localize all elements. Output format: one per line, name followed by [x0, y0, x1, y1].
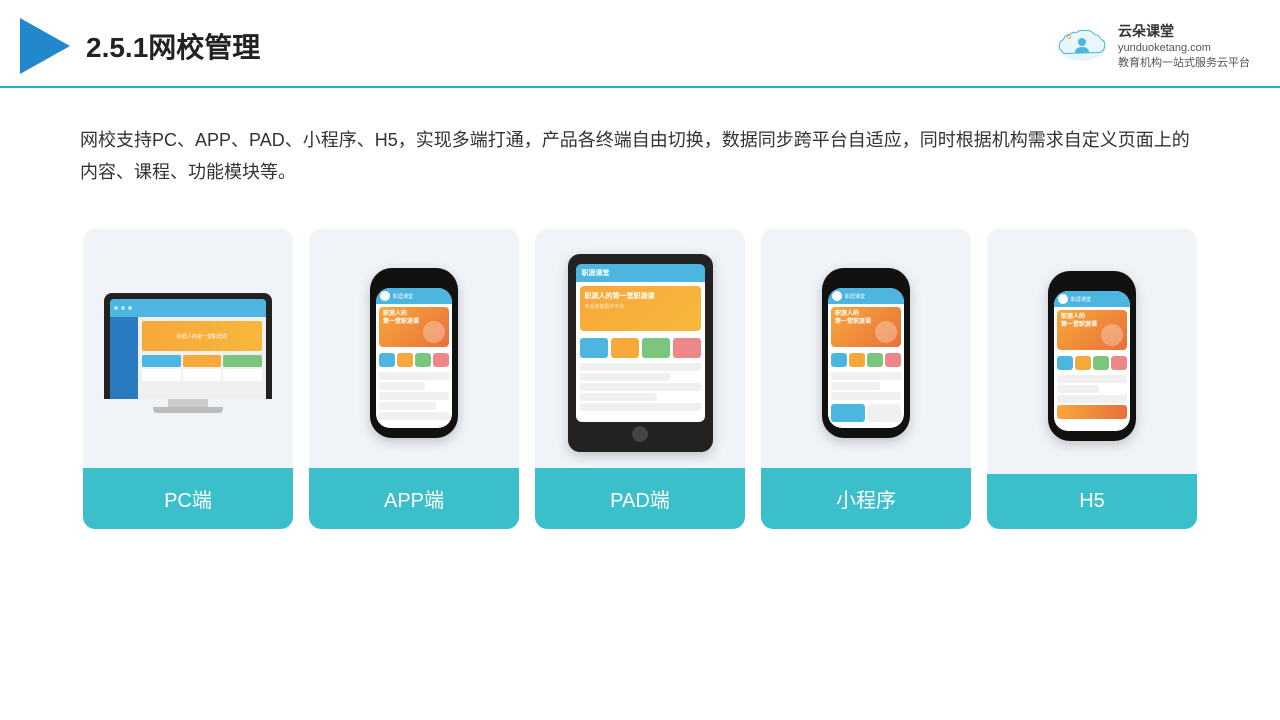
page-title: 2.5.1网校管理: [86, 26, 260, 66]
pad-image-area: 职涯课堂 职涯人的第一堂职涯课 专业技能提升平台: [545, 249, 735, 458]
phone-mockup-mini: 职涯课堂 职涯人的第一堂职涯课: [822, 268, 910, 438]
description-text: 网校支持PC、APP、PAD、小程序、H5，实现多端打通，产品各终端自由切换，数…: [0, 88, 1280, 209]
logo-url: yunduoketang.com: [1118, 41, 1250, 56]
card-label-miniprogram: 小程序: [761, 468, 971, 529]
card-label-pc: PC端: [83, 468, 293, 529]
miniprogram-image-area: 职涯课堂 职涯人的第一堂职涯课: [771, 249, 961, 458]
card-h5: 职涯课堂 职涯人的第一堂职涯课: [987, 229, 1197, 529]
pc-mockup: 职涯人的第一堂职涯课: [104, 293, 272, 413]
card-label-app: APP端: [309, 468, 519, 529]
tablet-mockup: 职涯课堂 职涯人的第一堂职涯课 专业技能提升平台: [568, 254, 713, 452]
card-pc: 职涯人的第一堂职涯课: [83, 229, 293, 529]
card-pad: 职涯课堂 职涯人的第一堂职涯课 专业技能提升平台: [535, 229, 745, 529]
header: 2.5.1网校管理 云朵课堂 yunduoketang.com 教育机构一站式服…: [0, 0, 1280, 88]
cloud-logo-icon: [1055, 25, 1110, 67]
logo-name: 云朵课堂: [1118, 21, 1250, 41]
card-label-pad: PAD端: [535, 468, 745, 529]
logo-tagline: 教育机构一站式服务云平台: [1118, 56, 1250, 71]
phone-mockup-h5: 职涯课堂 职涯人的第一堂职涯课: [1048, 271, 1136, 441]
card-label-h5: H5: [987, 474, 1197, 529]
phone-mockup-app: 职涯课堂 职涯人的第一堂职涯课: [370, 268, 458, 438]
logo-text-group: 云朵课堂 yunduoketang.com 教育机构一站式服务云平台: [1118, 21, 1250, 72]
cards-container: 职涯人的第一堂职涯课: [0, 209, 1280, 559]
app-image-area: 职涯课堂 职涯人的第一堂职涯课: [319, 249, 509, 458]
logo-area: 云朵课堂 yunduoketang.com 教育机构一站式服务云平台: [1055, 21, 1250, 72]
play-icon: [20, 18, 70, 74]
header-left: 2.5.1网校管理: [20, 18, 260, 74]
card-app: 职涯课堂 职涯人的第一堂职涯课: [309, 229, 519, 529]
card-miniprogram: 职涯课堂 职涯人的第一堂职涯课: [761, 229, 971, 529]
pc-image-area: 职涯人的第一堂职涯课: [93, 249, 283, 458]
h5-image-area: 职涯课堂 职涯人的第一堂职涯课: [997, 249, 1187, 464]
